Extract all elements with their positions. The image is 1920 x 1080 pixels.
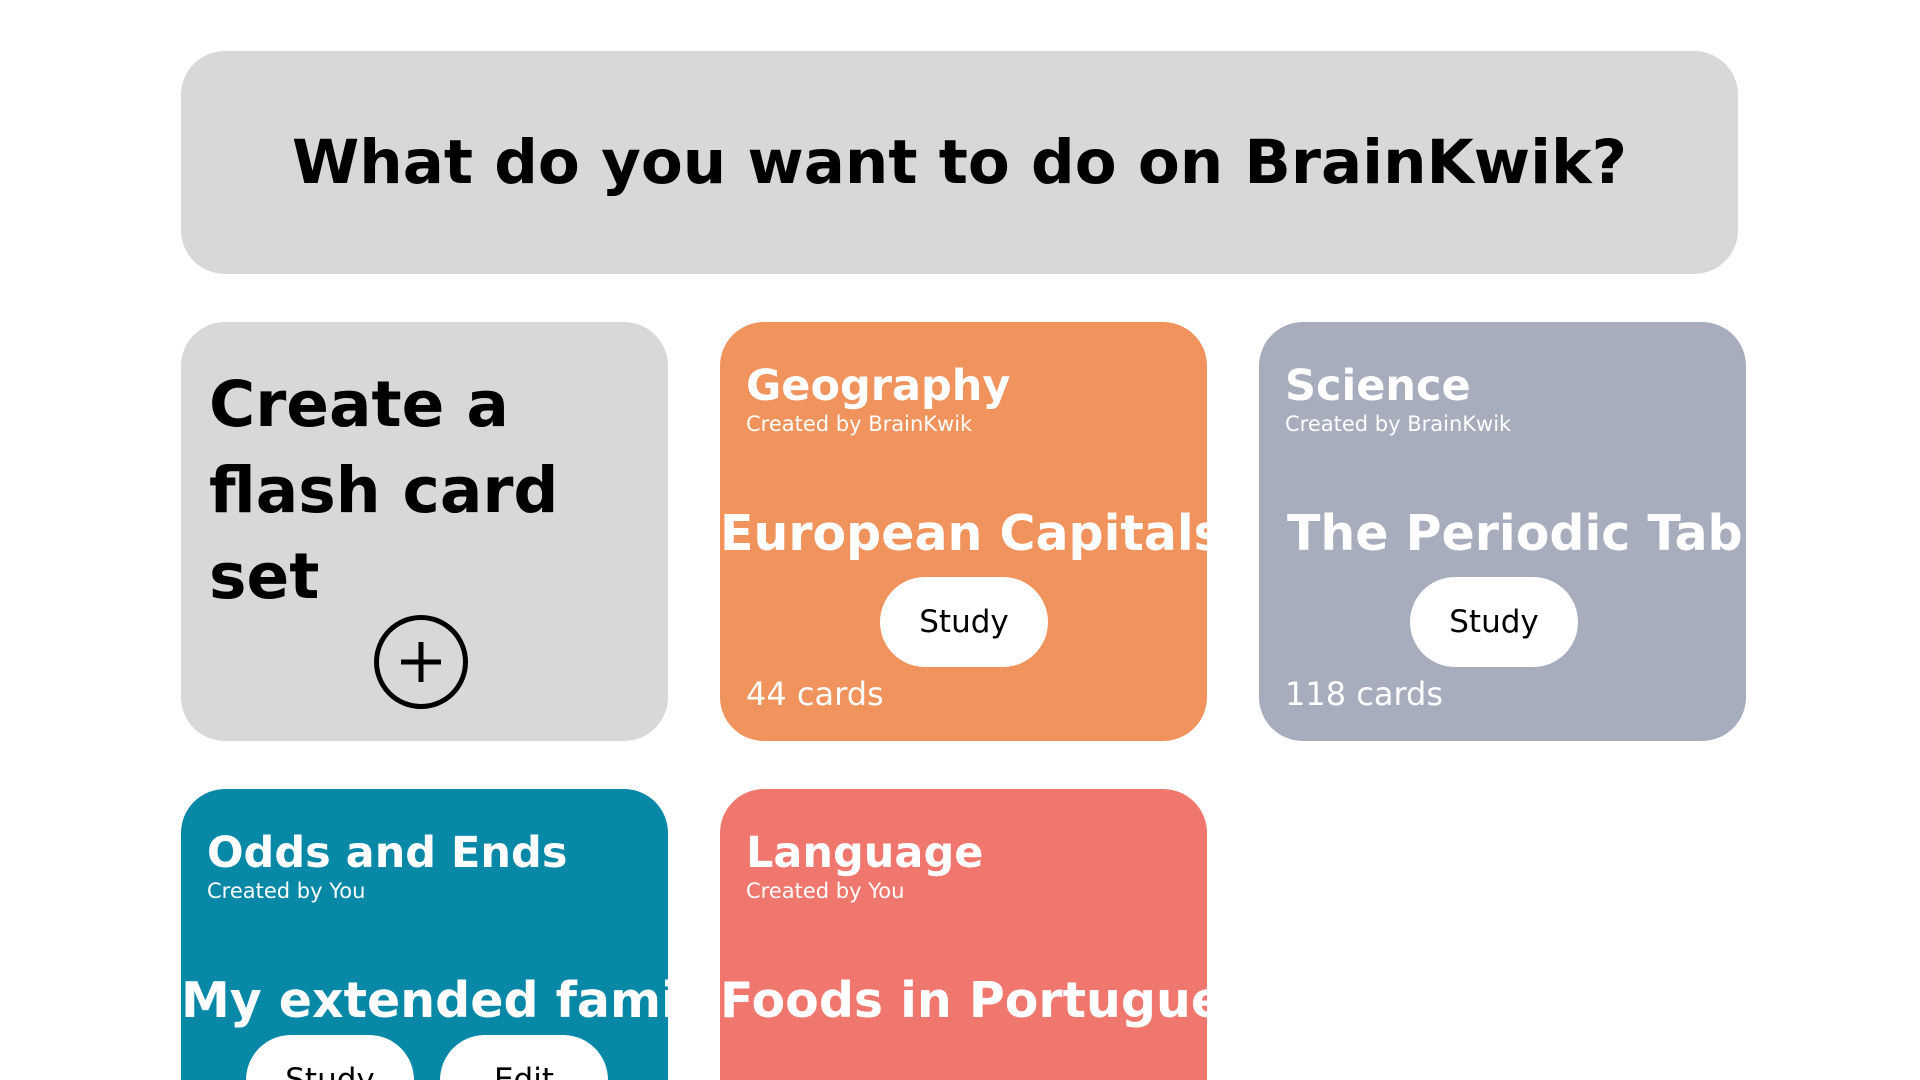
plus-circle-icon[interactable]: [374, 615, 468, 709]
card-set-title: The Periodic Table: [1287, 505, 1746, 562]
set-card-extended-family[interactable]: Odds and Ends Created by You My extended…: [181, 789, 668, 1080]
card-set-title: European Capitals: [720, 505, 1207, 562]
set-card-european-capitals[interactable]: Geography Created by BrainKwik European …: [720, 322, 1207, 741]
header-banner: What do you want to do on BrainKwik?: [181, 51, 1738, 274]
study-button[interactable]: Study: [880, 577, 1048, 667]
card-set-title: Foods in Portuguese: [720, 972, 1207, 1029]
page: What do you want to do on BrainKwik? Cre…: [0, 0, 1920, 1080]
card-creator: Created by BrainKwik: [1285, 412, 1512, 436]
create-set-title: Create a flash card set: [209, 368, 559, 613]
card-category: Science: [1285, 361, 1471, 411]
study-button[interactable]: Study: [246, 1035, 414, 1080]
card-category: Geography: [746, 361, 1011, 411]
edit-button[interactable]: Edit: [440, 1035, 608, 1080]
study-button[interactable]: Study: [1410, 577, 1578, 667]
card-count: 118 cards: [1285, 675, 1444, 713]
set-card-periodic-table[interactable]: Science Created by BrainKwik The Periodi…: [1259, 322, 1746, 741]
create-set-card[interactable]: Create a flash card set: [181, 322, 668, 741]
card-category: Odds and Ends: [207, 828, 568, 878]
page-title: What do you want to do on BrainKwik?: [291, 127, 1627, 198]
set-card-foods-portuguese[interactable]: Language Created by You Foods in Portugu…: [720, 789, 1207, 1080]
card-creator: Created by BrainKwik: [746, 412, 973, 436]
card-creator: Created by You: [746, 879, 905, 903]
card-creator: Created by You: [207, 879, 366, 903]
card-set-title: My extended family: [181, 972, 668, 1029]
card-count: 44 cards: [746, 675, 884, 713]
card-category: Language: [746, 828, 984, 878]
